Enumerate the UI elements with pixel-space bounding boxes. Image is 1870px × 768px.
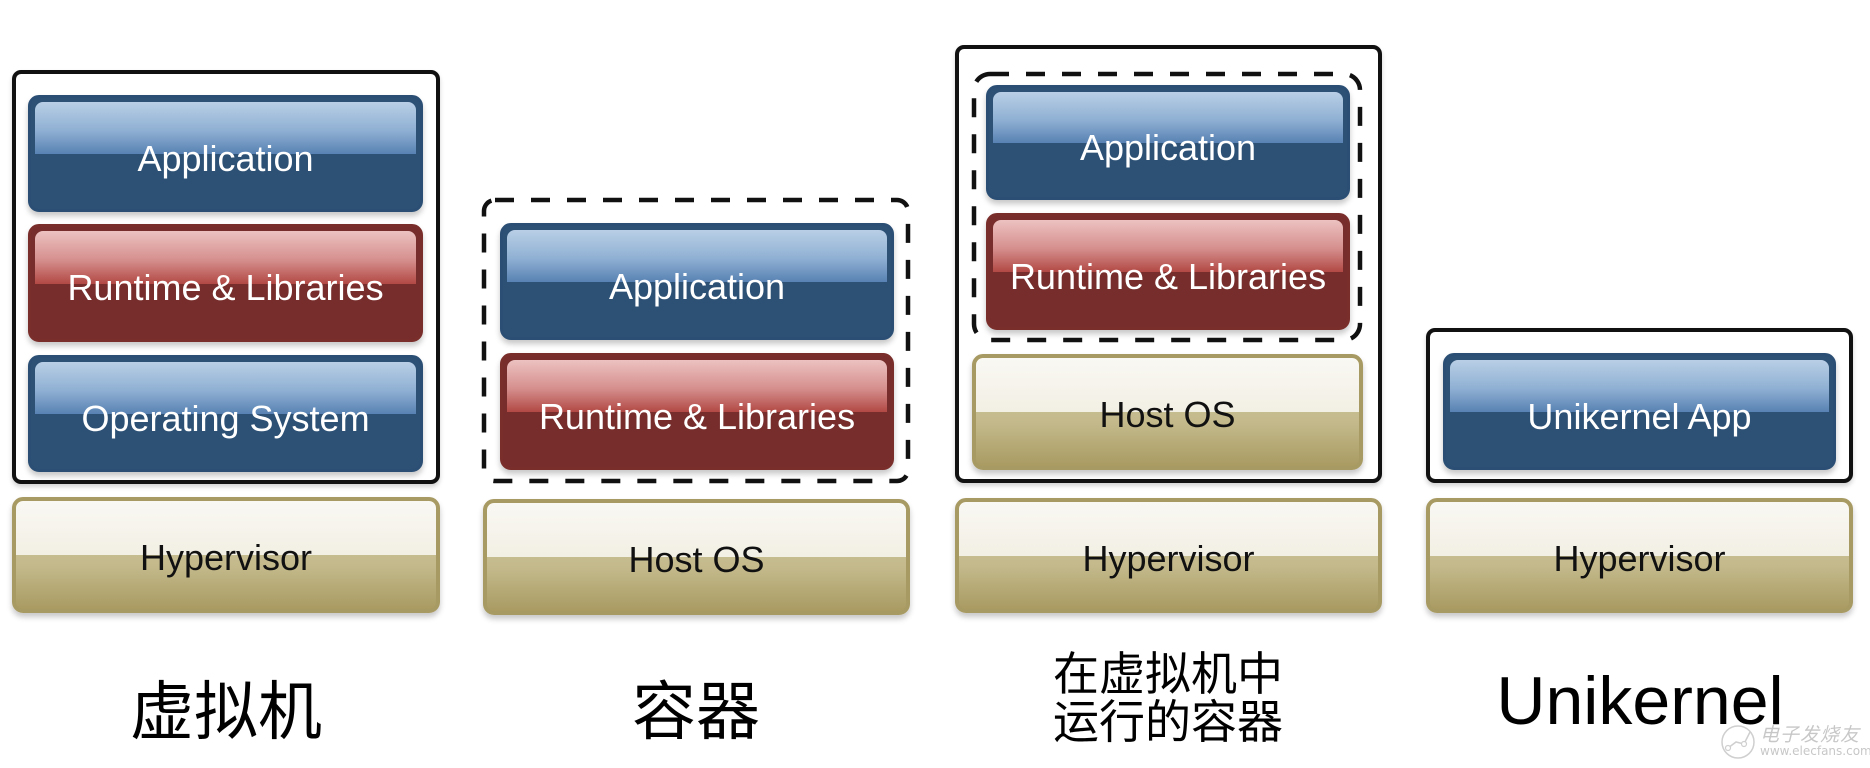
vm-hypervisor-label: Hypervisor bbox=[139, 537, 313, 578]
vm-container-application-layer: Application bbox=[986, 85, 1350, 200]
vm-container-hostos-layer: Host OS bbox=[972, 354, 1363, 470]
container-application-label: Application bbox=[608, 265, 786, 307]
vm-container-caption-line-1: 在虚拟机中 bbox=[1053, 647, 1283, 701]
container-caption: 容器 bbox=[632, 676, 760, 750]
unikernel-app-label: Unikernel App bbox=[1527, 395, 1752, 437]
vm-container-runtime-layer: Runtime & Libraries bbox=[986, 213, 1350, 330]
watermark-url: www.elecfans.com bbox=[1760, 744, 1870, 758]
container-hostos-label: Host OS bbox=[628, 539, 765, 580]
vm-runtime-layer: Runtime & Libraries bbox=[28, 224, 423, 342]
vm-container-hypervisor-layer: Hypervisor bbox=[955, 498, 1382, 613]
container-runtime-label: Runtime & Libraries bbox=[538, 395, 856, 437]
unikernel-app-layer: Unikernel App bbox=[1443, 353, 1836, 470]
unikernel-hypervisor-label: Hypervisor bbox=[1553, 537, 1726, 579]
vm-container-caption: 在虚拟机中 运行的容器 bbox=[968, 650, 1368, 746]
vm-caption: 虚拟机 bbox=[130, 676, 322, 750]
container-application-layer: Application bbox=[500, 223, 894, 340]
watermark-name: 电子发烧友 bbox=[1760, 724, 1861, 746]
watermark: 电子发烧友 www.elecfans.com bbox=[1720, 720, 1870, 764]
vm-container-caption-line-2: 运行的容器 bbox=[1053, 695, 1283, 749]
vm-container-application-label: Application bbox=[1079, 126, 1257, 168]
vm-container-hypervisor-label: Hypervisor bbox=[1082, 537, 1255, 579]
vm-runtime-label: Runtime & Libraries bbox=[67, 267, 384, 308]
vm-application-layer: Application bbox=[28, 95, 423, 212]
vm-container-runtime-label: Runtime & Libraries bbox=[1009, 255, 1327, 297]
container-hostos-layer: Host OS bbox=[483, 499, 910, 615]
unikernel-hypervisor-layer: Hypervisor bbox=[1426, 498, 1853, 613]
container-runtime-layer: Runtime & Libraries bbox=[500, 353, 894, 470]
vm-os-label: Operating System bbox=[81, 397, 370, 439]
vm-container-hostos-label: Host OS bbox=[1099, 394, 1236, 435]
vm-os-layer: Operating System bbox=[28, 355, 423, 472]
vm-application-label: Application bbox=[137, 137, 314, 179]
vm-hypervisor-layer: Hypervisor bbox=[12, 497, 440, 613]
watermark-logo-icon bbox=[1721, 725, 1755, 759]
